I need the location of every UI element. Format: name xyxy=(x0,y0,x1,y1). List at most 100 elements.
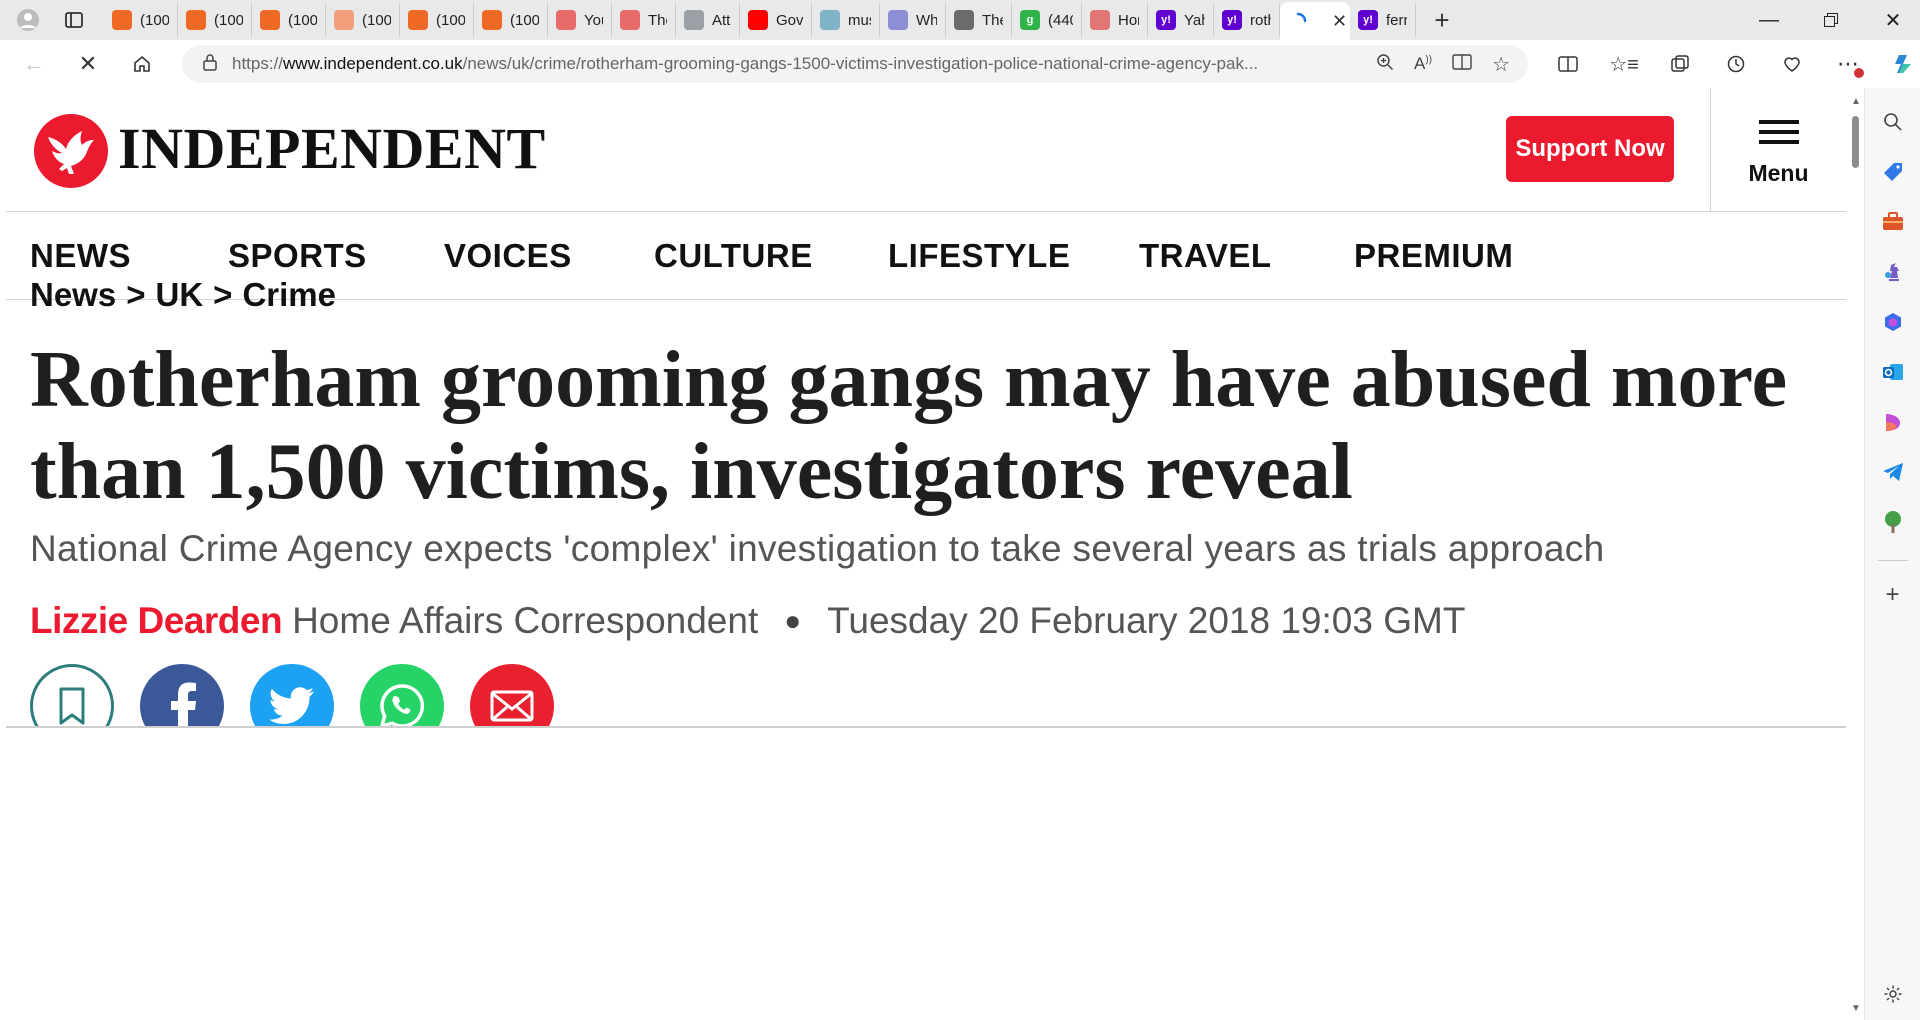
browser-tab[interactable]: What xyxy=(880,3,946,37)
bookmark-icon xyxy=(59,687,85,725)
browser-tab[interactable]: (100) xyxy=(400,3,474,37)
loading-icon xyxy=(1288,11,1308,31)
orange-bookmark-icon xyxy=(334,10,354,30)
tab-label: (4404 xyxy=(1048,11,1073,29)
search-icon[interactable] xyxy=(1877,106,1909,138)
browser-tab[interactable]: (100) xyxy=(252,3,326,37)
web-page: INDEPENDENT Support Now Menu NEWS SPORTS… xyxy=(6,88,1846,1020)
orange-bookmark-icon xyxy=(482,10,502,30)
site-header: INDEPENDENT Support Now Menu xyxy=(6,88,1846,212)
youtube-icon xyxy=(748,10,768,30)
tree-icon[interactable] xyxy=(1877,506,1909,538)
browser-tab[interactable]: y! rothe xyxy=(1214,3,1280,37)
outlook-icon[interactable] xyxy=(1877,356,1909,388)
yahoo-icon: y! xyxy=(1222,10,1242,30)
restore-button[interactable] xyxy=(1800,0,1862,40)
close-window-button[interactable]: ✕ xyxy=(1862,0,1920,40)
more-options-icon[interactable]: ⋯ xyxy=(1828,44,1868,84)
browser-tab[interactable]: g (4404 xyxy=(1012,3,1082,37)
tools-briefcase-icon[interactable] xyxy=(1877,206,1909,238)
tab-label: The u xyxy=(982,11,1003,29)
breadcrumb-uk[interactable]: UK xyxy=(156,276,204,314)
sidebar-settings-icon[interactable] xyxy=(1877,978,1909,1010)
tab-label: rothe xyxy=(1250,11,1271,29)
breadcrumb-news[interactable]: News xyxy=(30,276,116,314)
article-byline: Lizzie Dearden Home Affairs Corresponden… xyxy=(30,600,1465,642)
podcast-icon xyxy=(1090,10,1110,30)
yahoo-icon: y! xyxy=(1156,10,1176,30)
nav-travel[interactable]: TRAVEL xyxy=(1139,212,1272,300)
scroll-up-icon[interactable]: ▲ xyxy=(1851,96,1861,107)
scroll-down-icon[interactable]: ▼ xyxy=(1851,1003,1861,1014)
menu-button[interactable]: Menu xyxy=(1710,88,1846,212)
page-scrollbar[interactable]: ▲ ▼ xyxy=(1846,88,1864,1020)
breadcrumb-crime[interactable]: Crime xyxy=(242,276,336,314)
minimize-button[interactable]: — xyxy=(1738,0,1800,40)
browser-tab[interactable]: y! ferris xyxy=(1350,3,1416,37)
browser-tab[interactable]: F✕ xyxy=(1280,2,1350,40)
games-chess-icon[interactable] xyxy=(1877,256,1909,288)
browser-tab[interactable]: The B xyxy=(612,3,676,37)
back-button[interactable]: ← xyxy=(14,44,54,84)
copilot-designer-icon[interactable] xyxy=(1877,406,1909,438)
add-sidebar-app-icon[interactable]: + xyxy=(1877,579,1909,611)
browser-toolbar: ← ✕ https://www.independent.co.uk/news/u… xyxy=(0,40,1920,88)
article-headline: Rotherham grooming gangs may have abused… xyxy=(30,336,1788,516)
scrollbar-thumb[interactable] xyxy=(1852,116,1859,168)
browser-tab[interactable]: Home xyxy=(1082,3,1148,37)
browser-essentials-icon[interactable] xyxy=(1772,44,1812,84)
tab-label: Gov. J xyxy=(776,11,803,29)
tab-label: (100) xyxy=(362,11,391,29)
tab-label: (100) xyxy=(436,11,465,29)
hamburger-icon xyxy=(1758,114,1799,150)
site-logo-text[interactable]: INDEPENDENT xyxy=(118,114,546,184)
browser-tab[interactable]: y! Yahoo xyxy=(1148,3,1214,37)
browser-tab[interactable]: (100) xyxy=(474,3,548,37)
youtube-icon xyxy=(620,10,640,30)
collections-icon[interactable] xyxy=(1660,44,1700,84)
orange-bookmark-icon xyxy=(260,10,280,30)
home-button[interactable] xyxy=(122,44,162,84)
shield-icon xyxy=(888,10,908,30)
tab-label: Yahoo xyxy=(1184,11,1205,29)
nav-premium[interactable]: PREMIUM xyxy=(1354,212,1513,300)
support-now-button[interactable]: Support Now xyxy=(1506,116,1674,182)
twitter-icon xyxy=(269,687,314,724)
breadcrumb-separator: > xyxy=(126,276,146,313)
browser-tab[interactable]: (100) xyxy=(104,3,178,37)
tab-strip: (100) (100) (100) (100) (100) (100) YouTu The B… xyxy=(0,0,1920,40)
read-aloud-icon[interactable]: A)) xyxy=(1414,54,1432,74)
telegram-send-icon[interactable] xyxy=(1877,456,1909,488)
favorite-star-icon[interactable]: ☆ xyxy=(1492,52,1510,77)
lock-icon[interactable] xyxy=(202,53,218,76)
favorites-icon[interactable]: ☆≡ xyxy=(1604,44,1644,84)
zoom-icon[interactable] xyxy=(1376,53,1394,76)
author-link[interactable]: Lizzie Dearden xyxy=(30,600,283,642)
browser-tab[interactable]: Atten xyxy=(676,3,740,37)
author-role: Home Affairs Correspondent xyxy=(292,600,759,641)
browser-tab[interactable]: (100) xyxy=(178,3,252,37)
nav-voices[interactable]: VOICES xyxy=(444,212,572,300)
tab-actions-icon[interactable] xyxy=(58,4,90,36)
nav-culture[interactable]: CULTURE xyxy=(654,212,813,300)
browser-tab[interactable]: YouTu xyxy=(548,3,612,37)
stop-loading-button[interactable]: ✕ xyxy=(68,44,108,84)
browser-tab[interactable]: music xyxy=(812,3,880,37)
browser-tab[interactable]: (100) xyxy=(326,3,400,37)
profile-avatar-icon[interactable] xyxy=(12,4,44,36)
close-tab-icon[interactable]: ✕ xyxy=(1332,11,1347,32)
microsoft-365-icon[interactable] xyxy=(1877,306,1909,338)
eagle-logo-icon[interactable] xyxy=(34,114,108,188)
new-tab-button[interactable]: + xyxy=(1424,4,1460,36)
address-bar[interactable]: https://www.independent.co.uk/news/uk/cr… xyxy=(182,45,1528,83)
immersive-reader-icon[interactable] xyxy=(1452,53,1472,76)
tab-label: (100) xyxy=(140,11,169,29)
nav-lifestyle[interactable]: LIFESTYLE xyxy=(888,212,1070,300)
shopping-tag-icon[interactable] xyxy=(1877,156,1909,188)
edge-sidebar: + xyxy=(1864,88,1920,1020)
browser-tab[interactable]: Gov. J xyxy=(740,3,812,37)
history-icon[interactable] xyxy=(1716,44,1756,84)
browser-tab[interactable]: The u xyxy=(946,3,1012,37)
split-screen-icon[interactable] xyxy=(1548,44,1588,84)
copilot-icon[interactable] xyxy=(1884,44,1920,84)
